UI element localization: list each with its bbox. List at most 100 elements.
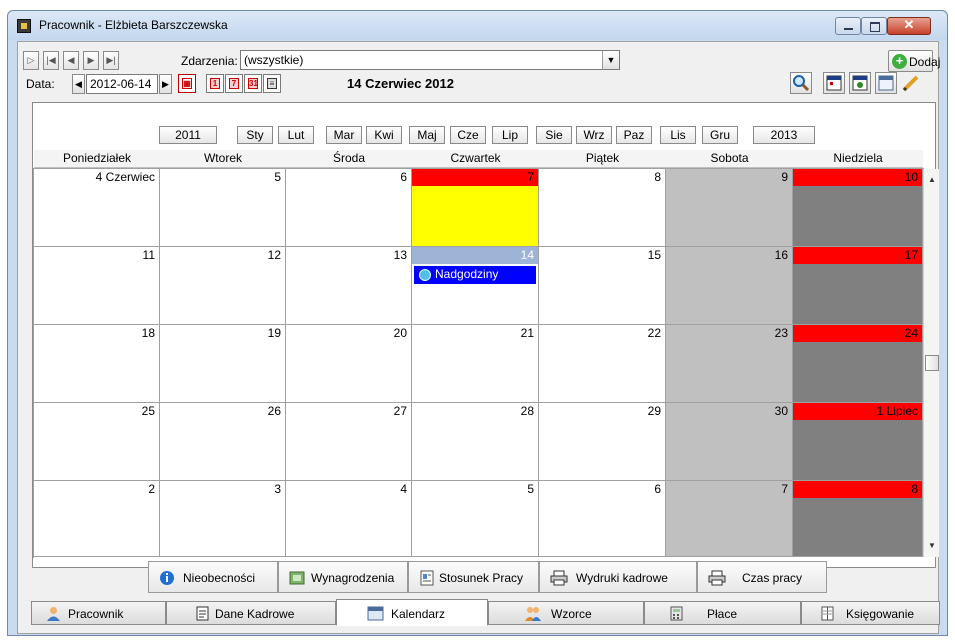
month-lis[interactable]: Lis: [660, 126, 696, 144]
work-time-button[interactable]: Czas pracy: [697, 561, 827, 593]
day-cell[interactable]: 3: [160, 481, 286, 557]
month-view-icon[interactable]: 31: [244, 74, 262, 93]
day-number: 21: [520, 326, 534, 340]
day-cell[interactable]: 20: [286, 325, 412, 403]
day-number: 6: [400, 170, 407, 184]
day-cell[interactable]: 6: [286, 169, 412, 247]
next-year-button[interactable]: 2013: [753, 126, 815, 144]
tab-dane-kadrowe[interactable]: Dane Kadrowe: [166, 601, 336, 625]
week-view-icon[interactable]: 7: [225, 74, 243, 93]
day-cell[interactable]: 14 Nadgodziny: [412, 247, 539, 325]
tab-ksiegowanie[interactable]: Księgowanie: [801, 601, 940, 625]
day-cell[interactable]: 30: [666, 403, 793, 481]
search-icon[interactable]: [790, 72, 812, 94]
day-cell[interactable]: 7: [666, 481, 793, 557]
day-number: 27: [393, 404, 407, 418]
day-number: 19: [267, 326, 281, 340]
day-cell[interactable]: 23: [666, 325, 793, 403]
next-day-button[interactable]: ▶: [159, 74, 172, 94]
day-cell[interactable]: 18: [34, 325, 160, 403]
month-gru[interactable]: Gru: [702, 126, 738, 144]
events-select[interactable]: (wszystkie) ▼: [240, 50, 620, 70]
day-cell[interactable]: 22: [539, 325, 666, 403]
salaries-button[interactable]: Wynagrodzenia: [278, 561, 408, 593]
day-number: 30: [774, 404, 788, 418]
weekday-header: Poniedziałek: [34, 150, 160, 168]
day-number: 14: [412, 247, 538, 264]
ledger-icon: [820, 606, 835, 621]
tab-kalendarz[interactable]: Kalendarz: [336, 599, 488, 626]
close-icon: ✕: [903, 17, 915, 32]
day-cell[interactable]: 4 Czerwiec: [34, 169, 160, 247]
day-cell[interactable]: 13: [286, 247, 412, 325]
absences-button[interactable]: Nieobecności: [148, 561, 278, 593]
day-cell[interactable]: 25: [34, 403, 160, 481]
date-field[interactable]: 2012-06-14: [86, 74, 158, 94]
month-lut[interactable]: Lut: [278, 126, 314, 144]
day-number: 18: [141, 326, 155, 340]
document-icon: [419, 570, 435, 586]
calendar-event[interactable]: Nadgodziny: [414, 266, 536, 284]
day-cell[interactable]: 8: [793, 481, 923, 557]
next-record-icon[interactable]: ▶: [83, 51, 99, 70]
calendar-scrollbar[interactable]: ▲ ▼: [923, 169, 939, 557]
month-paz[interactable]: Paz: [616, 126, 652, 144]
day-cell[interactable]: 10: [793, 169, 923, 247]
day-cell[interactable]: 24: [793, 325, 923, 403]
scroll-down-icon[interactable]: ▼: [924, 541, 940, 550]
calendar-export-icon[interactable]: [823, 72, 845, 94]
today-calendar-icon[interactable]: ▦: [178, 74, 196, 93]
day-view-icon[interactable]: 1: [206, 74, 224, 93]
day-cell[interactable]: 16: [666, 247, 793, 325]
day-cell[interactable]: 29: [539, 403, 666, 481]
hr-printouts-button[interactable]: Wydruki kadrowe: [539, 561, 697, 593]
month-sty[interactable]: Sty: [237, 126, 273, 144]
prev-record-icon[interactable]: ◀: [63, 51, 79, 70]
scroll-thumb[interactable]: [925, 355, 939, 371]
month-maj[interactable]: Maj: [409, 126, 445, 144]
day-cell[interactable]: 12: [160, 247, 286, 325]
calendar-settings-icon[interactable]: [849, 72, 871, 94]
tab-pracownik[interactable]: Pracownik: [31, 601, 166, 625]
day-cell[interactable]: 4: [286, 481, 412, 557]
close-button[interactable]: ✕: [887, 17, 931, 35]
month-wrz[interactable]: Wrz: [576, 126, 612, 144]
day-cell[interactable]: 27: [286, 403, 412, 481]
day-cell[interactable]: 11: [34, 247, 160, 325]
day-cell[interactable]: 19: [160, 325, 286, 403]
chevron-down-icon[interactable]: ▼: [602, 51, 619, 69]
first-record-icon[interactable]: |◀: [43, 51, 59, 70]
month-kwi[interactable]: Kwi: [366, 126, 402, 144]
tab-place[interactable]: Płace: [644, 601, 801, 625]
day-cell[interactable]: 6: [539, 481, 666, 557]
day-cell[interactable]: 1 Lipiec: [793, 403, 923, 481]
day-cell[interactable]: 8: [539, 169, 666, 247]
month-mar[interactable]: Mar: [326, 126, 362, 144]
day-cell[interactable]: 5: [412, 481, 539, 557]
new-record-icon[interactable]: ▷: [23, 51, 39, 70]
prev-year-button[interactable]: 2011: [159, 126, 217, 144]
day-cell[interactable]: 17: [793, 247, 923, 325]
day-cell[interactable]: 2: [34, 481, 160, 557]
day-cell[interactable]: 9: [666, 169, 793, 247]
day-cell[interactable]: 5: [160, 169, 286, 247]
scroll-up-icon[interactable]: ▲: [924, 175, 940, 184]
prev-day-button[interactable]: ◀: [72, 74, 85, 94]
maximize-button[interactable]: [861, 17, 887, 35]
month-cze[interactable]: Cze: [450, 126, 486, 144]
last-record-icon[interactable]: ▶|: [103, 51, 119, 70]
day-cell[interactable]: 28: [412, 403, 539, 481]
calendar-grid-icon[interactable]: [875, 72, 897, 94]
tab-wzorce[interactable]: Wzorce: [488, 601, 644, 625]
list-view-icon[interactable]: ≡: [263, 74, 281, 93]
month-lip[interactable]: Lip: [492, 126, 528, 144]
add-button[interactable]: + Dodaj: [888, 50, 940, 72]
minimize-button[interactable]: [835, 17, 861, 35]
month-sie[interactable]: Sie: [536, 126, 572, 144]
day-cell[interactable]: 26: [160, 403, 286, 481]
pencil-icon[interactable]: [900, 72, 922, 94]
day-cell[interactable]: 7: [412, 169, 539, 247]
day-cell[interactable]: 21: [412, 325, 539, 403]
employment-relation-button[interactable]: Stosunek Pracy: [408, 561, 539, 593]
day-cell[interactable]: 15: [539, 247, 666, 325]
